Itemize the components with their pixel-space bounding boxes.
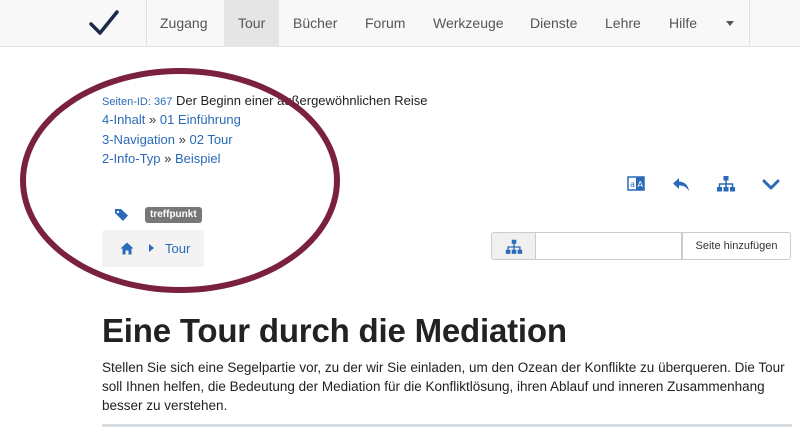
- meta-row-navigation: 3-Navigation » 02 Tour: [102, 130, 233, 150]
- page-heading: Eine Tour durch die Mediation: [102, 312, 567, 349]
- page-meta-title: Der Beginn einer außergewöhnlichen Reise: [175, 93, 428, 108]
- sitemap-icon[interactable]: [715, 173, 737, 195]
- top-navbar: Zugang Tour Bücher Forum Werkzeuge Diens…: [0, 0, 800, 47]
- page-name-input[interactable]: [536, 232, 682, 260]
- nav-item-zugang[interactable]: Zugang: [160, 0, 207, 46]
- meta-value-beispiel[interactable]: Beispiel: [175, 151, 221, 166]
- nav-item-werkzeuge[interactable]: Werkzeuge: [433, 0, 504, 46]
- meta-row-info-typ: 2-Info-Typ » Beispiel: [102, 149, 221, 169]
- svg-text:A: A: [638, 180, 644, 189]
- meta-value-tour[interactable]: 02 Tour: [189, 132, 232, 147]
- tags-icon: [115, 209, 128, 221]
- chevron-down-icon[interactable]: [760, 173, 782, 195]
- tag-badge[interactable]: treffpunkt: [145, 207, 202, 223]
- meta-key-navigation[interactable]: 3-Navigation: [102, 132, 175, 147]
- intro-paragraph: Stellen Sie sich eine Segelpartie vor, z…: [102, 360, 785, 413]
- meta-key-info-typ[interactable]: 2-Info-Typ: [102, 151, 161, 166]
- nav-item-tour[interactable]: Tour: [224, 0, 280, 46]
- breadcrumb-current[interactable]: Tour: [165, 241, 190, 256]
- home-icon[interactable]: [120, 242, 134, 255]
- nav-item-dienste[interactable]: Dienste: [530, 0, 577, 46]
- add-page-button[interactable]: Seite hinzufügen: [682, 232, 791, 260]
- breadcrumb: Tour: [102, 230, 204, 267]
- content-divider: [102, 424, 792, 427]
- nav-item-buecher[interactable]: Bücher: [293, 0, 337, 46]
- nav-item-forum[interactable]: Forum: [365, 0, 405, 46]
- meta-separator: »: [149, 112, 157, 127]
- page-id-label: Seiten-ID: 367: [102, 96, 173, 108]
- sitemap-button[interactable]: [491, 232, 536, 260]
- nav-item-lehre[interactable]: Lehre: [605, 0, 641, 46]
- sitemap-icon: [505, 239, 523, 254]
- breadcrumb-arrow-icon: [149, 244, 154, 252]
- translate-icon[interactable]: a A: [625, 173, 647, 195]
- more-dropdown-caret-icon[interactable]: [726, 21, 734, 26]
- nav-item-hilfe[interactable]: Hilfe: [669, 0, 697, 46]
- page-meta-id-row: Seiten-ID: 367 Der Beginn einer außergew…: [102, 91, 427, 112]
- meta-separator: »: [164, 151, 172, 166]
- svg-text:a: a: [630, 180, 635, 189]
- meta-row-inhalt: 4-Inhalt » 01 Einführung: [102, 110, 241, 130]
- meta-separator: »: [178, 132, 186, 147]
- checkmark-logo-icon[interactable]: [88, 8, 120, 38]
- meta-key-inhalt[interactable]: 4-Inhalt: [102, 112, 145, 127]
- main-nav: Zugang Tour Bücher Forum Werkzeuge Diens…: [146, 0, 750, 46]
- reply-icon[interactable]: [670, 173, 692, 195]
- meta-value-einfuehrung[interactable]: 01 Einführung: [160, 112, 241, 127]
